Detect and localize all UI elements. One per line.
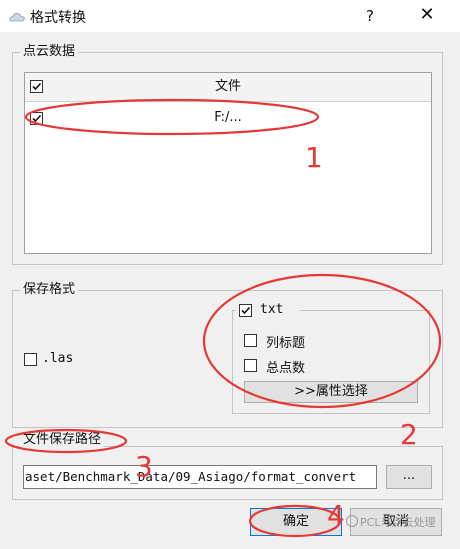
watermark: PCL与点云处理 bbox=[346, 514, 446, 532]
annotation-number-4: 4 bbox=[327, 499, 345, 532]
title-bar: 格式转换 ? ✕ bbox=[0, 0, 460, 32]
select-all-checkbox[interactable] bbox=[30, 80, 43, 93]
txt-label: txt bbox=[260, 302, 284, 317]
point-cloud-table[interactable]: 文件 F:/... bbox=[24, 72, 432, 254]
txt-checkbox[interactable] bbox=[239, 304, 252, 317]
watermark-text: PCL与点云处理 bbox=[360, 516, 436, 529]
table-row[interactable]: F:/... bbox=[25, 102, 431, 134]
close-button[interactable]: ✕ bbox=[412, 3, 442, 27]
total-points-checkbox[interactable] bbox=[244, 359, 257, 372]
row-file-path: F:/... bbox=[214, 110, 242, 125]
cloud-icon bbox=[9, 11, 25, 22]
column-title-checkbox[interactable] bbox=[244, 334, 257, 347]
attribute-select-button[interactable]: >>属性选择 bbox=[244, 381, 418, 403]
annotation-number-1: 1 bbox=[305, 141, 323, 174]
annotation-number-2: 2 bbox=[400, 418, 418, 451]
column-title-label: 列标题 bbox=[266, 336, 306, 351]
txt-option-header[interactable]: txt bbox=[236, 302, 300, 319]
save-path-group-label: 文件保存路径 bbox=[20, 432, 105, 448]
las-label: .las bbox=[42, 351, 74, 366]
wechat-icon bbox=[346, 515, 358, 527]
help-button[interactable]: ? bbox=[358, 5, 382, 27]
point-cloud-group-label: 点云数据 bbox=[20, 44, 79, 60]
save-format-group-label: 保存格式 bbox=[20, 282, 79, 298]
table-header: 文件 bbox=[25, 73, 431, 102]
annotation-number-3: 3 bbox=[135, 450, 153, 483]
window-title: 格式转换 bbox=[30, 10, 86, 26]
column-header-file[interactable]: 文件 bbox=[25, 73, 431, 101]
las-checkbox[interactable] bbox=[24, 353, 37, 366]
save-path-input[interactable]: aset/Benchmark_Data/09_Asiago/format_con… bbox=[23, 465, 377, 489]
total-points-label: 总点数 bbox=[266, 361, 306, 376]
browse-button[interactable]: ... bbox=[386, 465, 432, 489]
